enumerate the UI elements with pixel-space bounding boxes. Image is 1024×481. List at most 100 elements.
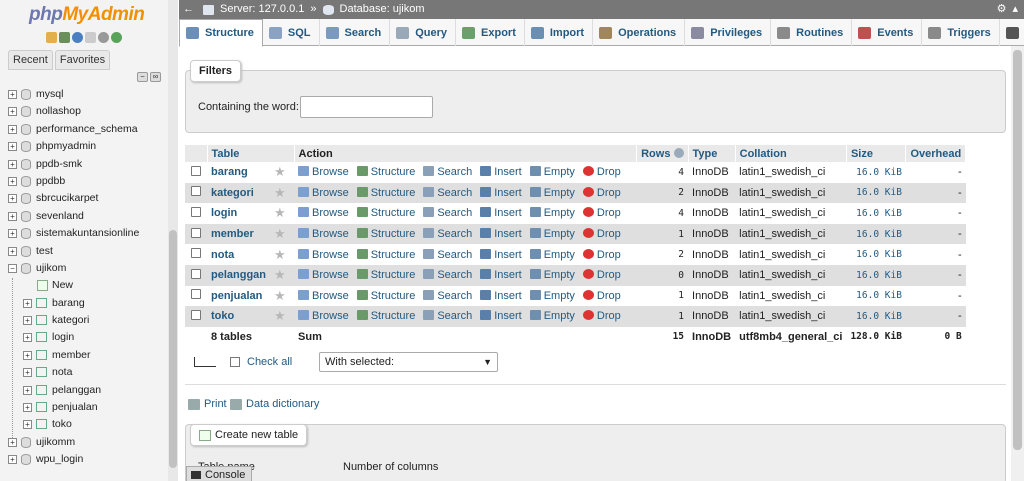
expand-icon[interactable]: + [23, 333, 32, 343]
docs-icon[interactable] [85, 32, 96, 43]
tree-db-item[interactable]: + nollashop [0, 103, 168, 120]
tree-table-item[interactable]: + toko [0, 416, 168, 433]
tree-item-label[interactable]: toko [52, 416, 72, 433]
browse-action[interactable]: Browse [298, 248, 349, 261]
header-rows[interactable]: Rows [636, 145, 689, 162]
expand-icon[interactable]: + [8, 246, 17, 256]
tree-item-label[interactable]: nota [52, 364, 72, 381]
phpmyadmin-logo[interactable]: phpMyAdmin [29, 4, 145, 26]
expand-icon[interactable]: + [8, 107, 17, 117]
tree-item-label[interactable]: member [52, 347, 91, 364]
insert-action[interactable]: Insert [480, 228, 522, 240]
search-action[interactable]: Search [423, 186, 472, 199]
main-scrollbar[interactable] [1011, 46, 1024, 481]
expand-icon[interactable]: + [8, 159, 17, 169]
star-icon[interactable]: ★ [274, 205, 286, 220]
drop-action[interactable]: Drop [582, 248, 621, 261]
table-name-link[interactable]: toko [207, 306, 271, 327]
empty-action[interactable]: Empty [529, 228, 575, 240]
help-icon[interactable] [673, 147, 684, 158]
table-size[interactable]: 16.0 KiB [846, 285, 906, 307]
table-name-link[interactable]: penjualan [207, 285, 271, 307]
tree-item-label[interactable]: ujikomm [36, 434, 75, 451]
browse-action[interactable]: Browse [298, 310, 349, 322]
tree-item-label[interactable]: mysql [36, 86, 63, 103]
drop-action[interactable]: Drop [582, 186, 621, 199]
tree-item-label[interactable]: phpmyadmin [36, 138, 96, 155]
drop-action[interactable]: Drop [582, 228, 621, 240]
tree-item-label[interactable]: performance_schema [36, 121, 138, 138]
tab-privileges[interactable]: Privileges [685, 19, 772, 46]
tab-favorites[interactable]: Favorites [54, 50, 111, 70]
tab-recent[interactable]: Recent [8, 50, 53, 70]
star-icon[interactable]: ★ [274, 226, 286, 241]
settings-icon[interactable] [98, 32, 109, 43]
tree-item-label[interactable]: ujikom [36, 260, 66, 277]
tab-triggers[interactable]: Triggers [922, 19, 1000, 46]
row-checkbox[interactable] [191, 165, 201, 176]
expand-icon[interactable]: + [8, 211, 17, 221]
tab-operations[interactable]: Operations [593, 19, 686, 46]
star-icon[interactable]: ★ [274, 308, 286, 323]
insert-action[interactable]: Insert [480, 269, 522, 281]
expand-icon[interactable]: + [23, 350, 32, 360]
nav-scrollbar-thumb[interactable] [169, 230, 177, 468]
insert-action[interactable]: Insert [480, 310, 522, 322]
tab-query[interactable]: Query [390, 19, 457, 46]
main-scrollbar-thumb[interactable] [1013, 50, 1022, 450]
table-size[interactable]: 16.0 KiB [846, 223, 906, 245]
expand-icon[interactable]: + [8, 437, 17, 447]
structure-action[interactable]: Structure [356, 289, 415, 302]
print-link[interactable]: Print [188, 398, 227, 410]
drop-action[interactable]: Drop [582, 269, 621, 281]
table-size[interactable]: 16.0 KiB [846, 244, 906, 265]
tab-structure[interactable]: Structure [179, 19, 263, 47]
logout-icon[interactable] [59, 32, 70, 43]
check-all-label[interactable]: Check all [247, 356, 292, 368]
tree-item-label[interactable]: New [52, 277, 73, 294]
table-name-link[interactable]: kategori [207, 182, 271, 204]
drop-action[interactable]: Drop [582, 166, 621, 178]
tab-more[interactable]: M [1000, 19, 1024, 46]
tree-db-item[interactable]: + sevenland [0, 208, 168, 225]
row-checkbox[interactable] [191, 227, 201, 238]
tree-db-item[interactable]: − ujikom [0, 260, 168, 277]
with-selected-dropdown[interactable]: With selected: ▼ [319, 352, 498, 372]
expand-icon[interactable]: + [23, 368, 32, 378]
tree-db-item[interactable]: + sbrcucikarpet [0, 190, 168, 207]
expand-icon[interactable]: + [8, 455, 17, 465]
expand-icon[interactable]: + [8, 194, 17, 204]
insert-action[interactable]: Insert [480, 248, 522, 261]
tree-item-label[interactable]: nollashop [36, 103, 81, 120]
tree-item-label[interactable]: test [36, 243, 53, 260]
header-type[interactable]: Type [688, 145, 736, 162]
structure-action[interactable]: Structure [356, 269, 415, 281]
browse-action[interactable]: Browse [298, 289, 349, 302]
home-icon[interactable] [46, 32, 57, 43]
search-action[interactable]: Search [423, 310, 472, 322]
row-checkbox[interactable] [191, 268, 201, 279]
tree-item-label[interactable]: ppdb-smk [36, 156, 82, 173]
tree-item-label[interactable]: sistemakuntansionline [36, 225, 139, 242]
empty-action[interactable]: Empty [529, 310, 575, 322]
search-action[interactable]: Search [423, 228, 472, 240]
star-icon[interactable]: ★ [274, 185, 286, 200]
tree-db-item[interactable]: + ujikomm [0, 434, 168, 451]
drop-action[interactable]: Drop [582, 289, 621, 302]
insert-action[interactable]: Insert [480, 289, 522, 302]
expand-icon[interactable]: + [8, 90, 17, 99]
tree-table-item[interactable]: + penjualan [0, 399, 168, 416]
tree-db-item[interactable]: + phpmyadmin [0, 138, 168, 155]
browse-action[interactable]: Browse [298, 186, 349, 199]
tab-import[interactable]: Import [525, 19, 594, 46]
browse-action[interactable]: Browse [298, 228, 349, 240]
tree-table-item[interactable]: + barang [0, 295, 168, 312]
tree-db-item[interactable]: + ppdb-smk [0, 156, 168, 173]
empty-action[interactable]: Empty [529, 166, 575, 178]
row-checkbox[interactable] [191, 248, 201, 259]
tree-db-item[interactable]: + wpu_login [0, 451, 168, 468]
tab-export[interactable]: Export [456, 19, 525, 46]
table-size[interactable]: 16.0 KiB [846, 162, 906, 183]
empty-action[interactable]: Empty [529, 186, 575, 199]
expand-icon[interactable]: + [8, 229, 17, 239]
